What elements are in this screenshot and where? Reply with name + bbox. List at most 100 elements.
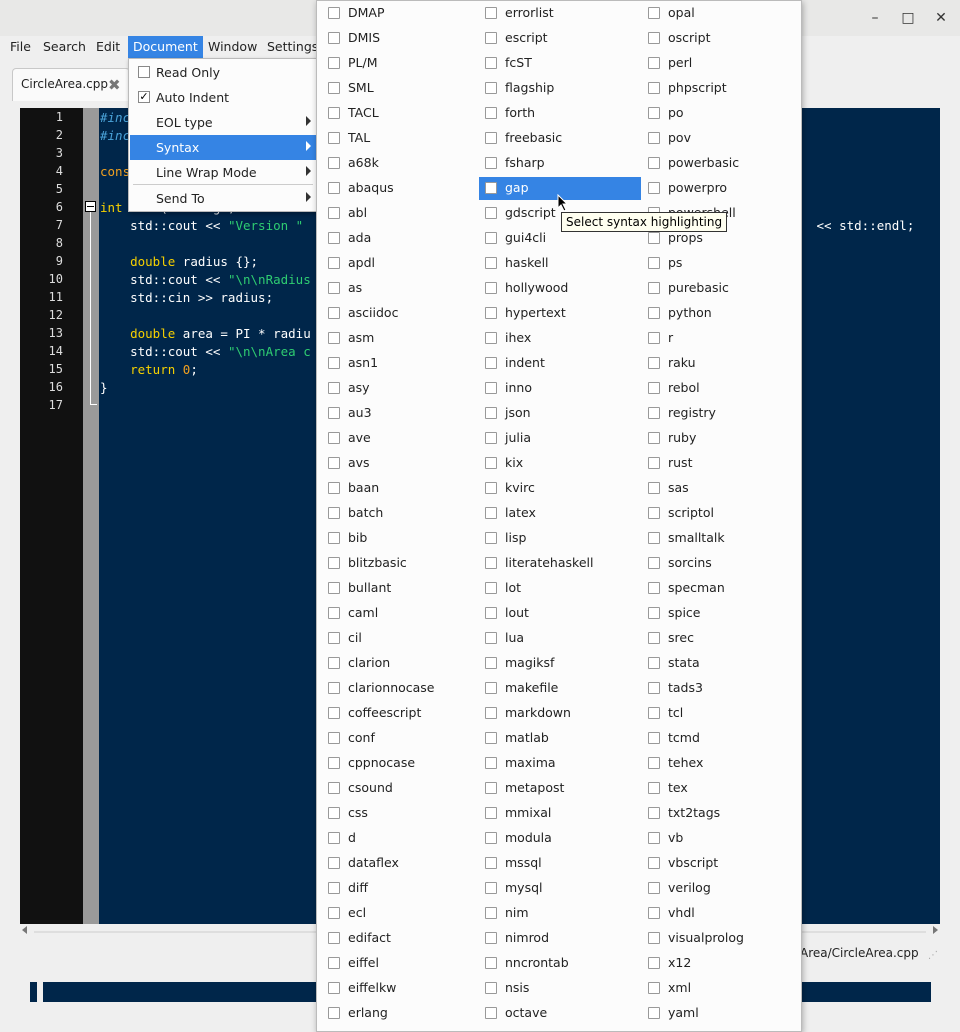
syntax-item-eiffel[interactable]: eiffel [322, 952, 484, 975]
syntax-item-julia[interactable]: julia [479, 427, 641, 450]
syntax-item-pov[interactable]: pov [642, 127, 801, 150]
syntax-item-lua[interactable]: lua [479, 627, 641, 650]
scroll-right-icon[interactable] [933, 926, 938, 934]
syntax-item-abl[interactable]: abl [322, 202, 484, 225]
syntax-item-po[interactable]: po [642, 102, 801, 125]
menu-file[interactable]: File [5, 36, 36, 58]
syntax-item-tehex[interactable]: tehex [642, 752, 801, 775]
syntax-item-scriptol[interactable]: scriptol [642, 502, 801, 525]
syntax-item-ruby[interactable]: ruby [642, 427, 801, 450]
syntax-item-smalltalk[interactable]: smalltalk [642, 527, 801, 550]
menu-item-line-wrap-mode[interactable]: Line Wrap Mode [130, 160, 316, 185]
menu-item-send-to[interactable]: Send To [130, 186, 316, 211]
syntax-item-json[interactable]: json [479, 402, 641, 425]
syntax-item-baan[interactable]: baan [322, 477, 484, 500]
syntax-item-clarionnocase[interactable]: clarionnocase [322, 677, 484, 700]
syntax-item-lout[interactable]: lout [479, 602, 641, 625]
menu-item-read-only[interactable]: Read Only [130, 60, 316, 85]
syntax-item-magiksf[interactable]: magiksf [479, 652, 641, 675]
syntax-item-mmixal[interactable]: mmixal [479, 802, 641, 825]
syntax-item-mssql[interactable]: mssql [479, 852, 641, 875]
syntax-item-bullant[interactable]: bullant [322, 577, 484, 600]
syntax-item-tex[interactable]: tex [642, 777, 801, 800]
syntax-item-ave[interactable]: ave [322, 427, 484, 450]
syntax-item-escript[interactable]: escript [479, 27, 641, 50]
syntax-item-edifact[interactable]: edifact [322, 927, 484, 950]
menu-settings[interactable]: Settings [262, 36, 323, 58]
syntax-item-literatehaskell[interactable]: literatehaskell [479, 552, 641, 575]
syntax-item-oscript[interactable]: oscript [642, 27, 801, 50]
menu-edit[interactable]: Edit [91, 36, 125, 58]
syntax-item-caml[interactable]: caml [322, 602, 484, 625]
syntax-item-csound[interactable]: csound [322, 777, 484, 800]
syntax-item-batch[interactable]: batch [322, 502, 484, 525]
syntax-item-a68k[interactable]: a68k [322, 152, 484, 175]
syntax-item-eiffelkw[interactable]: eiffelkw [322, 977, 484, 1000]
syntax-item-blitzbasic[interactable]: blitzbasic [322, 552, 484, 575]
syntax-item-yaml[interactable]: yaml [642, 1002, 801, 1025]
syntax-item-css[interactable]: css [322, 802, 484, 825]
syntax-item-raku[interactable]: raku [642, 352, 801, 375]
syntax-item-pl-m[interactable]: PL/M [322, 52, 484, 75]
syntax-item-hypertext[interactable]: hypertext [479, 302, 641, 325]
menu-window[interactable]: Window [203, 36, 262, 58]
syntax-item-au3[interactable]: au3 [322, 402, 484, 425]
syntax-item-ihex[interactable]: ihex [479, 327, 641, 350]
syntax-item-mysql[interactable]: mysql [479, 877, 641, 900]
syntax-item-modula[interactable]: modula [479, 827, 641, 850]
syntax-item-asy[interactable]: asy [322, 377, 484, 400]
syntax-item-kvirc[interactable]: kvirc [479, 477, 641, 500]
syntax-item-dmis[interactable]: DMIS [322, 27, 484, 50]
syntax-item-python[interactable]: python [642, 302, 801, 325]
syntax-item-rebol[interactable]: rebol [642, 377, 801, 400]
menu-search[interactable]: Search [38, 36, 91, 58]
syntax-item-diff[interactable]: diff [322, 877, 484, 900]
syntax-item-powerpro[interactable]: powerpro [642, 177, 801, 200]
syntax-item-vbscript[interactable]: vbscript [642, 852, 801, 875]
syntax-item-abaqus[interactable]: abaqus [322, 177, 484, 200]
syntax-item-matlab[interactable]: matlab [479, 727, 641, 750]
syntax-item-purebasic[interactable]: purebasic [642, 277, 801, 300]
syntax-item-clarion[interactable]: clarion [322, 652, 484, 675]
syntax-item-nim[interactable]: nim [479, 902, 641, 925]
syntax-item-octave[interactable]: octave [479, 1002, 641, 1025]
syntax-item-maxima[interactable]: maxima [479, 752, 641, 775]
syntax-item-txt2tags[interactable]: txt2tags [642, 802, 801, 825]
syntax-item-ecl[interactable]: ecl [322, 902, 484, 925]
scroll-left-icon[interactable] [22, 926, 27, 934]
syntax-item-phpscript[interactable]: phpscript [642, 77, 801, 100]
syntax-item-conf[interactable]: conf [322, 727, 484, 750]
syntax-item-lisp[interactable]: lisp [479, 527, 641, 550]
syntax-item-tcl[interactable]: tcl [642, 702, 801, 725]
syntax-item-stata[interactable]: stata [642, 652, 801, 675]
syntax-item-dataflex[interactable]: dataflex [322, 852, 484, 875]
syntax-item-latex[interactable]: latex [479, 502, 641, 525]
syntax-item-nncrontab[interactable]: nncrontab [479, 952, 641, 975]
syntax-item-freebasic[interactable]: freebasic [479, 127, 641, 150]
fold-margin[interactable] [83, 108, 99, 924]
tab-close-icon[interactable]: ✖ [108, 76, 121, 94]
syntax-item-metapost[interactable]: metapost [479, 777, 641, 800]
syntax-item-powerbasic[interactable]: powerbasic [642, 152, 801, 175]
menu-item-auto-indent[interactable]: ✓ Auto Indent [130, 85, 316, 110]
syntax-item-tcmd[interactable]: tcmd [642, 727, 801, 750]
menu-item-syntax[interactable]: Syntax [130, 135, 316, 160]
syntax-item-sml[interactable]: SML [322, 77, 484, 100]
syntax-item-asn1[interactable]: asn1 [322, 352, 484, 375]
syntax-item-vhdl[interactable]: vhdl [642, 902, 801, 925]
syntax-item-fsharp[interactable]: fsharp [479, 152, 641, 175]
syntax-item-lot[interactable]: lot [479, 577, 641, 600]
syntax-item-fcst[interactable]: fcST [479, 52, 641, 75]
syntax-item-coffeescript[interactable]: coffeescript [322, 702, 484, 725]
syntax-item-as[interactable]: as [322, 277, 484, 300]
syntax-item-kix[interactable]: kix [479, 452, 641, 475]
tab-circlearea[interactable]: CircleArea.cpp ✖ [12, 68, 130, 101]
syntax-item-hollywood[interactable]: hollywood [479, 277, 641, 300]
syntax-item-erlang[interactable]: erlang [322, 1002, 484, 1025]
maximize-icon[interactable]: □ [900, 10, 916, 26]
syntax-item-tal[interactable]: TAL [322, 127, 484, 150]
syntax-item-vb[interactable]: vb [642, 827, 801, 850]
syntax-item-asm[interactable]: asm [322, 327, 484, 350]
syntax-item-nimrod[interactable]: nimrod [479, 927, 641, 950]
syntax-item-bib[interactable]: bib [322, 527, 484, 550]
